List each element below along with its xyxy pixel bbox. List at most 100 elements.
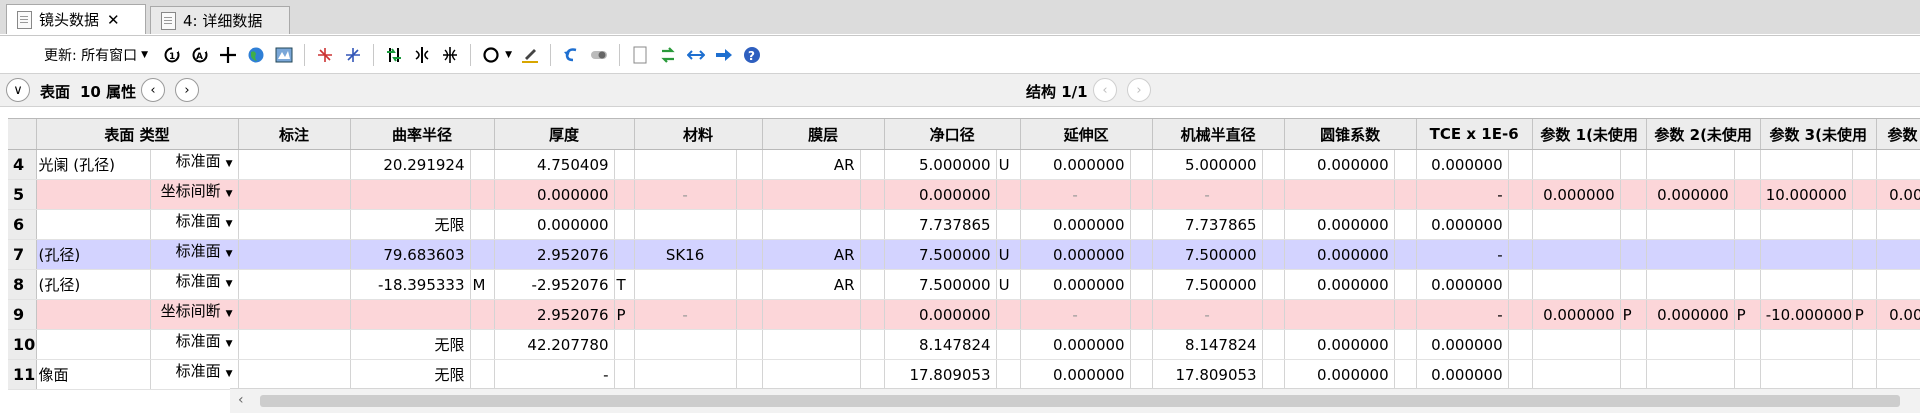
thickness-cell[interactable]: 2.952076 (494, 239, 615, 270)
scroll-left-icon[interactable]: ‹ (238, 392, 244, 408)
param-2-cell[interactable] (1646, 359, 1735, 390)
param-4-cell[interactable]: 0.000000 (1876, 299, 1920, 330)
material-solve-cell[interactable] (736, 329, 763, 360)
col-header-tce[interactable]: TCE x 1E-6 (1416, 119, 1533, 150)
surface-comment-cell[interactable]: 像面 (36, 359, 151, 390)
radius-cell[interactable]: 无限 (350, 329, 471, 360)
table-row[interactable]: 11 像面 ▼ 标准面 无限 - 17.809053 0.000000 17.809053 0.0… (8, 359, 1920, 390)
close-icon[interactable]: ✕ (107, 11, 120, 29)
table-row[interactable]: 10 ▼ 标准面 无限 42.207780 8.147824 0.000000 8.14782… (8, 329, 1920, 360)
table-row[interactable]: 6 ▼ 标准面 无限 0.000000 7.737865 0.000000 7.737865 0… (8, 209, 1920, 240)
param-3-cell[interactable]: -10.000000 (1760, 299, 1853, 330)
chevron-down-icon[interactable]: ▼ (141, 50, 148, 60)
tce-cell[interactable]: - (1416, 239, 1509, 270)
comment-cell[interactable] (238, 239, 351, 270)
scrollbar-thumb[interactable] (260, 395, 1900, 407)
surface-type-select[interactable]: ▼ 标准面 (150, 359, 239, 390)
radius-cell[interactable] (350, 179, 471, 210)
conic-solve-cell[interactable] (1394, 149, 1417, 180)
param-2-cell[interactable] (1646, 239, 1735, 270)
param-4-cell[interactable] (1876, 359, 1920, 390)
tce-cell[interactable]: 0.000000 (1416, 359, 1509, 390)
material-solve-cell[interactable] (736, 209, 763, 240)
param-2-solve-cell[interactable] (1734, 269, 1761, 300)
param-3-solve-cell[interactable] (1852, 209, 1877, 240)
table-row[interactable]: 5 ▼ 坐标间断 0.000000-0.000000- - -0.000000 0.0000… (8, 179, 1920, 210)
chip-zone-cell[interactable]: 0.000000 (1020, 239, 1131, 270)
material-cell[interactable]: SK16 (634, 239, 737, 270)
material-cell[interactable]: - (634, 179, 737, 210)
col-header-coating[interactable]: 膜层 (762, 119, 885, 150)
thickness-solve-cell[interactable]: T (614, 269, 635, 300)
clear-semi-dia-solve-cell[interactable] (996, 329, 1021, 360)
radius-solve-cell[interactable] (470, 359, 495, 390)
update-select[interactable]: 更新: 所有窗口 (44, 45, 137, 65)
col-header-material[interactable]: 材料 (634, 119, 763, 150)
conic-solve-cell[interactable] (1394, 239, 1417, 270)
param-4-cell[interactable] (1876, 149, 1920, 180)
col-header-clear-semi-dia[interactable]: 净口径 (884, 119, 1021, 150)
thickness-solve-cell[interactable] (614, 209, 635, 240)
param-1-solve-cell[interactable] (1620, 209, 1647, 240)
param-1-cell[interactable] (1532, 209, 1621, 240)
chip-zone-cell[interactable]: 0.000000 (1020, 149, 1131, 180)
coating-solve-cell[interactable] (860, 299, 885, 330)
refresh-all-icon[interactable]: A (190, 45, 210, 65)
param-3-cell[interactable] (1760, 209, 1853, 240)
tce-solve-cell[interactable] (1508, 179, 1533, 210)
coating-solve-cell[interactable] (860, 239, 885, 270)
surface-type-select[interactable]: ▼ 标准面 (150, 209, 239, 240)
clear-semi-dia-cell[interactable]: 8.147824 (884, 329, 997, 360)
mech-semi-dia-cell[interactable]: 7.500000 (1152, 269, 1263, 300)
tce-cell[interactable]: - (1416, 299, 1509, 330)
clear-semi-dia-cell[interactable]: 17.809053 (884, 359, 997, 390)
param-1-cell[interactable] (1532, 239, 1621, 270)
coating-solve-cell[interactable] (860, 149, 885, 180)
param-2-cell[interactable] (1646, 269, 1735, 300)
param-3-cell[interactable] (1760, 269, 1853, 300)
prev-property-button[interactable]: ‹ (141, 78, 165, 102)
tce-solve-cell[interactable] (1508, 329, 1533, 360)
param-3-solve-cell[interactable] (1852, 149, 1877, 180)
tce-solve-cell[interactable] (1508, 239, 1533, 270)
surface-comment-cell[interactable] (36, 329, 151, 360)
tce-cell[interactable]: - (1416, 179, 1509, 210)
comment-cell[interactable] (238, 209, 351, 240)
coating-cell[interactable] (762, 179, 861, 210)
material-solve-cell[interactable] (736, 269, 763, 300)
thickness-solve-cell[interactable] (614, 239, 635, 270)
col-header-conic[interactable]: 圆锥系数 (1284, 119, 1417, 150)
surface-type-select[interactable]: ▼ 标准面 (150, 329, 239, 360)
param-2-solve-cell[interactable] (1734, 359, 1761, 390)
clear-semi-dia-solve-cell[interactable]: U (996, 149, 1021, 180)
comment-cell[interactable] (238, 269, 351, 300)
param-4-cell[interactable] (1876, 269, 1920, 300)
clear-semi-dia-cell[interactable]: 7.737865 (884, 209, 997, 240)
mech-semi-dia-solve-cell[interactable] (1262, 179, 1285, 210)
radius-solve-cell[interactable] (470, 299, 495, 330)
material-cell[interactable] (634, 329, 737, 360)
param-1-solve-cell[interactable] (1620, 149, 1647, 180)
mech-semi-dia-solve-cell[interactable] (1262, 299, 1285, 330)
mech-semi-dia-cell[interactable]: - (1152, 179, 1263, 210)
undo-icon[interactable] (561, 45, 581, 65)
clear-semi-dia-solve-cell[interactable]: U (996, 239, 1021, 270)
comment-cell[interactable] (238, 179, 351, 210)
radius-cell[interactable]: -18.395333 (350, 269, 471, 300)
chip-zone-solve-cell[interactable] (1130, 329, 1153, 360)
help-icon[interactable]: ? (742, 45, 762, 65)
conic-cell[interactable]: 0.000000 (1284, 239, 1395, 270)
radius-cell[interactable]: 无限 (350, 209, 471, 240)
conic-solve-cell[interactable] (1394, 269, 1417, 300)
col-header-param-1[interactable]: 参数 1(未使用 (1532, 119, 1647, 150)
clear-semi-dia-solve-cell[interactable] (996, 209, 1021, 240)
coating-solve-cell[interactable] (860, 269, 885, 300)
col-header-thickness[interactable]: 厚度 (494, 119, 635, 150)
conic-cell[interactable] (1284, 299, 1395, 330)
next-structure-button[interactable]: › (1127, 78, 1151, 102)
param-1-cell[interactable] (1532, 149, 1621, 180)
chevron-down-icon[interactable]: ▼ (226, 180, 233, 209)
chevron-down-icon[interactable]: ▼ (226, 240, 233, 269)
clear-semi-dia-solve-cell[interactable] (996, 299, 1021, 330)
conic-solve-cell[interactable] (1394, 329, 1417, 360)
